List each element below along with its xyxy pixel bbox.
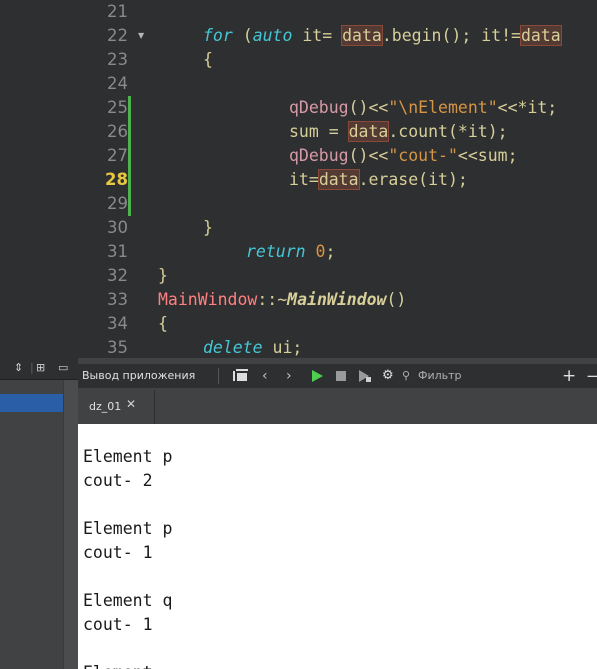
code-line-34: { (158, 314, 168, 333)
line-number: 23 (107, 50, 128, 69)
filter-placeholder: Фильтр (418, 369, 462, 382)
gear-icon[interactable]: ⚙ (382, 364, 394, 388)
minimize-icon[interactable]: − (586, 364, 597, 388)
line-number: 35 (107, 338, 128, 357)
code-line-26: sum = data.count(*it); (289, 121, 508, 142)
application-output-text[interactable]: Element p cout- 2 Element p cout- 1 Elem… (78, 424, 597, 669)
line-number: 32 (107, 266, 128, 285)
line-number: 31 (107, 242, 128, 261)
split-icon[interactable]: ⊞ (36, 361, 45, 374)
line-number-gutter: 21 22 23 24 25 26 27 28 29 30 31 32 33 3… (78, 0, 155, 358)
next-item-icon[interactable]: › (286, 364, 292, 388)
line-number: 27 (107, 146, 128, 165)
toolbar-separator (218, 368, 219, 384)
output-line: cout- 1 (83, 543, 153, 562)
output-line: Element q (83, 591, 173, 610)
code-line-35: delete ui; (203, 338, 303, 357)
project-tree-selected-item[interactable] (0, 394, 63, 412)
line-number: 24 (107, 74, 128, 93)
code-line-23: { (203, 50, 213, 69)
current-line-number: 28 (105, 170, 128, 189)
sort-icon[interactable]: ⇕ (14, 361, 23, 374)
output-line: cout- 1 (83, 615, 153, 634)
code-line-32: } (158, 266, 168, 285)
code-line-25: qDebug()<<"\nElement"<<*it; (289, 98, 558, 117)
clear-output-icon[interactable] (230, 364, 250, 388)
line-number: 29 (107, 194, 128, 213)
code-line-33: MainWindow::~MainWindow() (158, 290, 407, 309)
filter-input[interactable]: ⚲ Фильтр (400, 364, 560, 388)
add-icon[interactable]: + (562, 364, 576, 388)
modified-lines-marker (128, 96, 131, 216)
line-number: 26 (107, 122, 128, 141)
line-number: 34 (107, 314, 128, 333)
line-number: 30 (107, 218, 128, 237)
output-tabs-bar: dz_01 ✕ (78, 388, 597, 424)
code-line-28: it=data.erase(it); (289, 169, 468, 190)
previous-item-icon[interactable]: ‹ (262, 364, 268, 388)
close-tab-icon[interactable]: ✕ (126, 397, 136, 411)
project-panel-toolbar: ⇕ | ⊞ ▭ (0, 358, 78, 380)
run-icon[interactable] (310, 364, 324, 388)
project-panel: ⇕ | ⊞ ▭ (0, 358, 78, 669)
code-line-27: qDebug()<<"cout-"<<sum; (289, 146, 518, 165)
sidebar-upper (0, 0, 78, 358)
code-line-22: for (auto it= data.begin(); it!=data (203, 25, 562, 46)
output-line: cout- 2 (83, 471, 153, 490)
tab-dz-01[interactable]: dz_01 ✕ (78, 390, 155, 424)
search-icon: ⚲ (402, 369, 411, 382)
output-line: Element p (83, 519, 173, 538)
tab-label: dz_01 (89, 400, 122, 413)
line-number: 25 (107, 98, 128, 117)
stop-icon[interactable] (334, 364, 348, 388)
code-editor[interactable]: 21 22 23 24 25 26 27 28 29 30 31 32 33 3… (78, 0, 597, 358)
fold-arrow-icon[interactable]: ▼ (138, 31, 144, 40)
output-line: Element p (83, 447, 173, 466)
code-line-30: } (203, 218, 213, 237)
code-line-31: return 0; (246, 242, 336, 261)
line-number: 33 (107, 290, 128, 309)
line-number: 22 (107, 26, 128, 45)
attach-debugger-icon[interactable] (357, 364, 373, 388)
code-text-area[interactable]: for (auto it= data.begin(); it!=data { q… (156, 0, 597, 358)
output-pane-title: Вывод приложения (82, 369, 196, 382)
project-panel-scrollbar[interactable] (63, 380, 78, 669)
close-panel-icon[interactable]: ▭ (58, 361, 68, 374)
output-pane-toolbar: Вывод приложения ‹ › ⚙ ⚲ Фильтр + − (78, 364, 597, 388)
output-line: Element (83, 661, 153, 669)
line-number: 21 (107, 2, 128, 21)
